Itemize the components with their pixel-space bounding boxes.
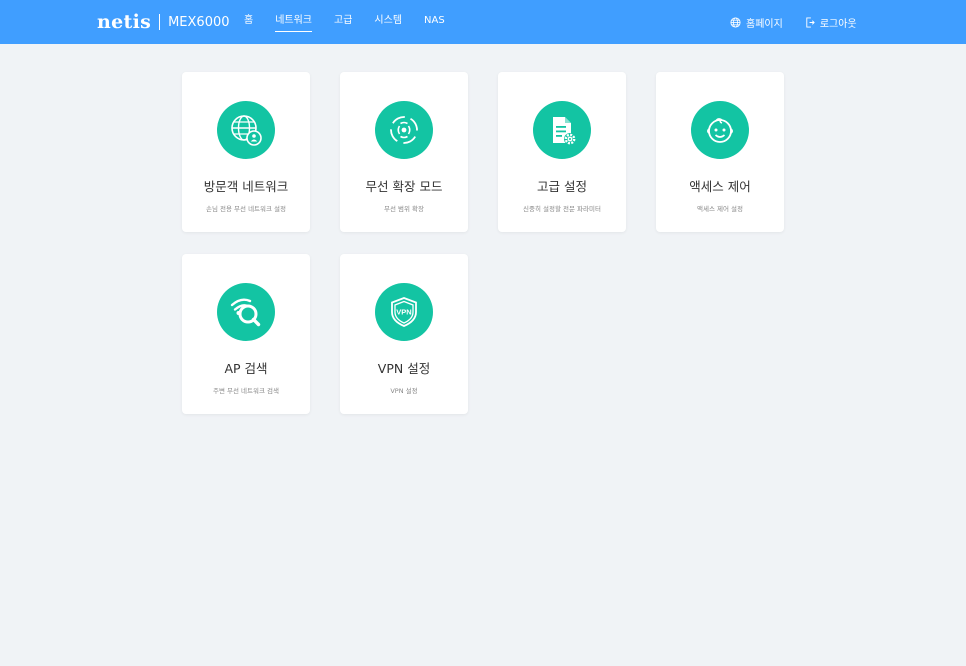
card-subtitle: 액세스 제어 설정 — [697, 205, 743, 213]
wireless-extend-icon — [375, 101, 433, 159]
card-title: 무선 확장 모드 — [365, 179, 443, 194]
card-subtitle: 무선 범위 확장 — [383, 205, 424, 213]
card-guest-network[interactable]: 방문객 네트워크 손님 전용 무선 네트워크 설정 — [182, 72, 310, 232]
brand-divider — [159, 14, 161, 30]
card-ap-search[interactable]: AP 검색 주변 무선 네트워크 검색 — [182, 254, 310, 414]
brand: netis MEX6000 — [97, 9, 230, 35]
card-vpn-settings[interactable]: VPN VPN 설정 VPN 설정 — [340, 254, 468, 414]
advanced-settings-icon — [533, 101, 591, 159]
netis-logo: netis — [97, 11, 152, 33]
nav-advanced[interactable]: 고급 — [334, 0, 352, 44]
ap-search-icon — [217, 283, 275, 341]
top-bar: netis MEX6000 홈 네트워크 고급 시스템 NAS 홈페이지 로그아… — [0, 0, 966, 44]
main-nav: 홈 네트워크 고급 시스템 NAS — [244, 0, 467, 44]
access-control-icon — [691, 101, 749, 159]
nav-nas[interactable]: NAS — [424, 0, 445, 44]
logout-icon — [806, 16, 815, 28]
card-subtitle: 주변 무선 네트워크 검색 — [213, 387, 279, 395]
card-subtitle: VPN 설정 — [390, 387, 418, 395]
vpn-icon: VPN — [375, 283, 433, 341]
card-title: 액세스 제어 — [689, 179, 751, 194]
card-wireless-extend[interactable]: 무선 확장 모드 무선 범위 확장 — [340, 72, 468, 232]
nav-home[interactable]: 홈 — [244, 0, 253, 44]
header-links: 홈페이지 로그아웃 — [730, 0, 879, 44]
svg-text:VPN: VPN — [396, 308, 411, 317]
card-title: 고급 설정 — [537, 179, 587, 194]
card-subtitle: 신중히 설정할 전문 파라미터 — [523, 205, 601, 213]
model-name: MEX6000 — [168, 14, 230, 30]
card-title: AP 검색 — [224, 361, 268, 376]
card-title: VPN 설정 — [377, 361, 431, 376]
nav-system[interactable]: 시스템 — [374, 0, 402, 44]
homepage-link[interactable]: 홈페이지 — [730, 15, 783, 30]
card-access-control[interactable]: 액세스 제어 액세스 제어 설정 — [656, 72, 784, 232]
logout-label: 로그아웃 — [819, 18, 857, 30]
card-title: 방문객 네트워크 — [203, 179, 289, 194]
homepage-label: 홈페이지 — [746, 18, 783, 30]
card-advanced-settings[interactable]: 고급 설정 신중히 설정할 전문 파라미터 — [498, 72, 626, 232]
feature-grid: 방문객 네트워크 손님 전용 무선 네트워크 설정 무선 확장 모드 무선 범위… — [182, 72, 784, 414]
globe-icon — [730, 16, 741, 28]
card-subtitle: 손님 전용 무선 네트워크 설정 — [205, 205, 287, 213]
nav-network[interactable]: 네트워크 — [275, 0, 312, 44]
logout-link[interactable]: 로그아웃 — [805, 15, 857, 30]
guest-network-icon — [217, 101, 275, 159]
